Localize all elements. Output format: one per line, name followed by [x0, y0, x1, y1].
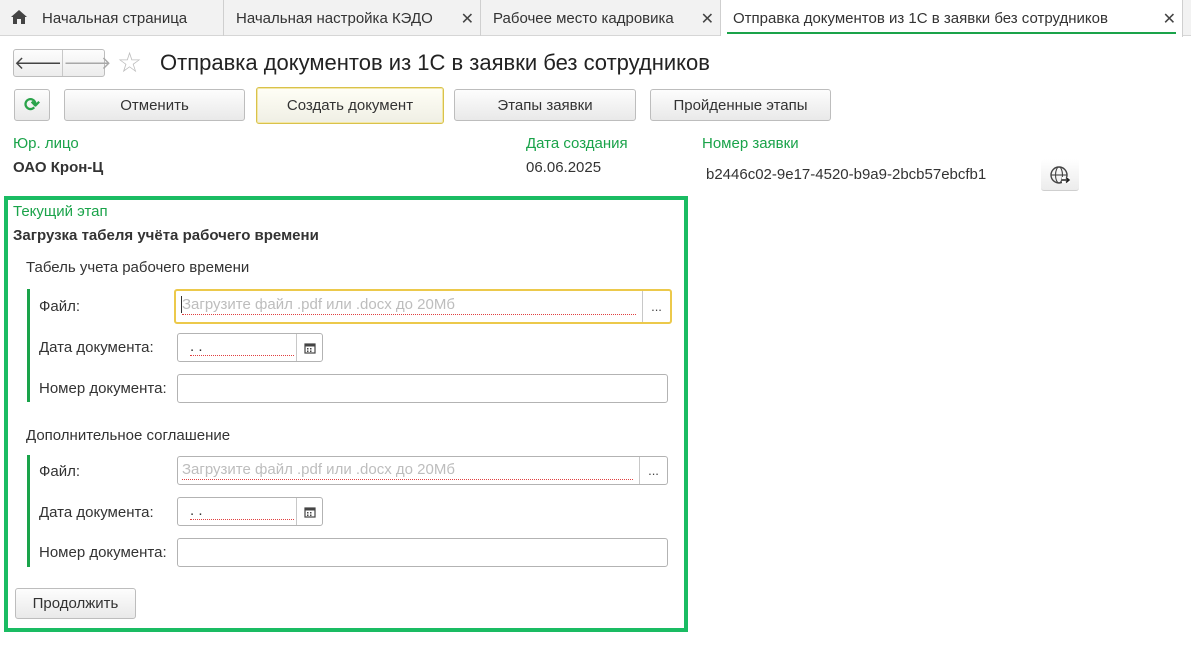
created-date-value: 06.06.2025 — [526, 159, 602, 176]
open-request-button[interactable] — [1041, 159, 1079, 191]
close-icon[interactable]: ✕ — [1163, 9, 1176, 29]
request-number-value: b2446c02-9e17-4520-b9a9-2bcb57ebcfb1 — [706, 166, 987, 183]
agreement-group-title: Дополнительное соглашение — [26, 427, 231, 444]
calendar-button[interactable] — [296, 498, 322, 525]
tab-label: Начальная страница — [42, 9, 188, 27]
file-pick-button[interactable]: ... — [642, 291, 670, 322]
file-label: Файл: — [39, 298, 81, 315]
continue-button[interactable]: Продолжить — [15, 588, 136, 619]
timesheet-date-input[interactable]: . . — [177, 333, 323, 362]
calendar-icon — [303, 506, 316, 518]
refresh-button[interactable]: ⟳ — [14, 89, 50, 121]
current-stage-name: Загрузка табеля учёта рабочего времени — [13, 227, 319, 244]
created-date-label: Дата создания — [526, 135, 628, 152]
number-label: Номер документа: — [39, 380, 167, 397]
request-number-label: Номер заявки — [702, 135, 799, 152]
file-placeholder: Загрузите файл .pdf или .docx до 20Мб — [182, 461, 633, 480]
globe-arrow-icon — [1050, 165, 1071, 184]
calendar-button[interactable] — [296, 334, 322, 361]
file-placeholder: Загрузите файл .pdf или .docx до 20Мб — [182, 296, 636, 315]
date-label: Дата документа: — [39, 504, 154, 521]
legal-entity-value: ОАО Крон-Ц — [13, 159, 104, 176]
date-value: . . — [190, 338, 294, 356]
group-divider — [27, 289, 30, 402]
forward-arrow-icon[interactable]: 🡒 — [62, 50, 112, 76]
page-title: Отправка документов из 1С в заявки без с… — [160, 50, 710, 75]
number-label: Номер документа: — [39, 544, 167, 561]
date-value: . . — [190, 502, 294, 520]
back-arrow-icon[interactable]: 🡐 — [14, 50, 62, 76]
close-icon[interactable]: ✕ — [701, 9, 714, 29]
timesheet-file-input[interactable]: Загрузите файл .pdf или .docx до 20Мб ..… — [174, 289, 672, 324]
tab-bar: Начальная страница Начальная настройка К… — [0, 0, 1191, 37]
agreement-file-input[interactable]: Загрузите файл .pdf или .docx до 20Мб ..… — [177, 456, 668, 485]
refresh-icon: ⟳ — [24, 94, 40, 116]
calendar-icon — [303, 342, 316, 354]
close-icon[interactable]: ✕ — [461, 9, 474, 29]
create-document-button[interactable]: Создать документ — [256, 87, 444, 124]
tab-hr-workplace[interactable]: Рабочее место кадровика ✕ — [481, 0, 721, 36]
current-stage-label: Текущий этап — [13, 203, 108, 220]
agreement-date-input[interactable]: . . — [177, 497, 323, 526]
cancel-button[interactable]: Отменить — [64, 89, 245, 121]
home-icon — [11, 10, 27, 24]
request-stages-button[interactable]: Этапы заявки — [454, 89, 636, 121]
file-label: Файл: — [39, 463, 81, 480]
group-divider — [27, 455, 30, 567]
tab-label: Отправка документов из 1С в заявки без с… — [733, 10, 1108, 27]
tab-send-documents[interactable]: Отправка документов из 1С в заявки без с… — [721, 0, 1183, 37]
star-icon[interactable]: ☆ — [117, 48, 142, 78]
agreement-number-input[interactable] — [177, 538, 668, 567]
legal-entity-label: Юр. лицо — [13, 135, 79, 152]
tab-label: Рабочее место кадровика — [493, 9, 674, 27]
tab-label: Начальная настройка КЭДО — [236, 9, 433, 27]
tab-kedo-setup[interactable]: Начальная настройка КЭДО ✕ — [224, 0, 481, 36]
tab-home[interactable]: Начальная страница — [0, 0, 224, 36]
history-nav: 🡐 🡒 — [13, 49, 112, 77]
timesheet-group-title: Табель учета рабочего времени — [26, 259, 250, 276]
file-pick-button[interactable]: ... — [639, 457, 667, 484]
date-label: Дата документа: — [39, 339, 154, 356]
passed-stages-button[interactable]: Пройденные этапы — [650, 89, 831, 121]
timesheet-number-input[interactable] — [177, 374, 668, 403]
